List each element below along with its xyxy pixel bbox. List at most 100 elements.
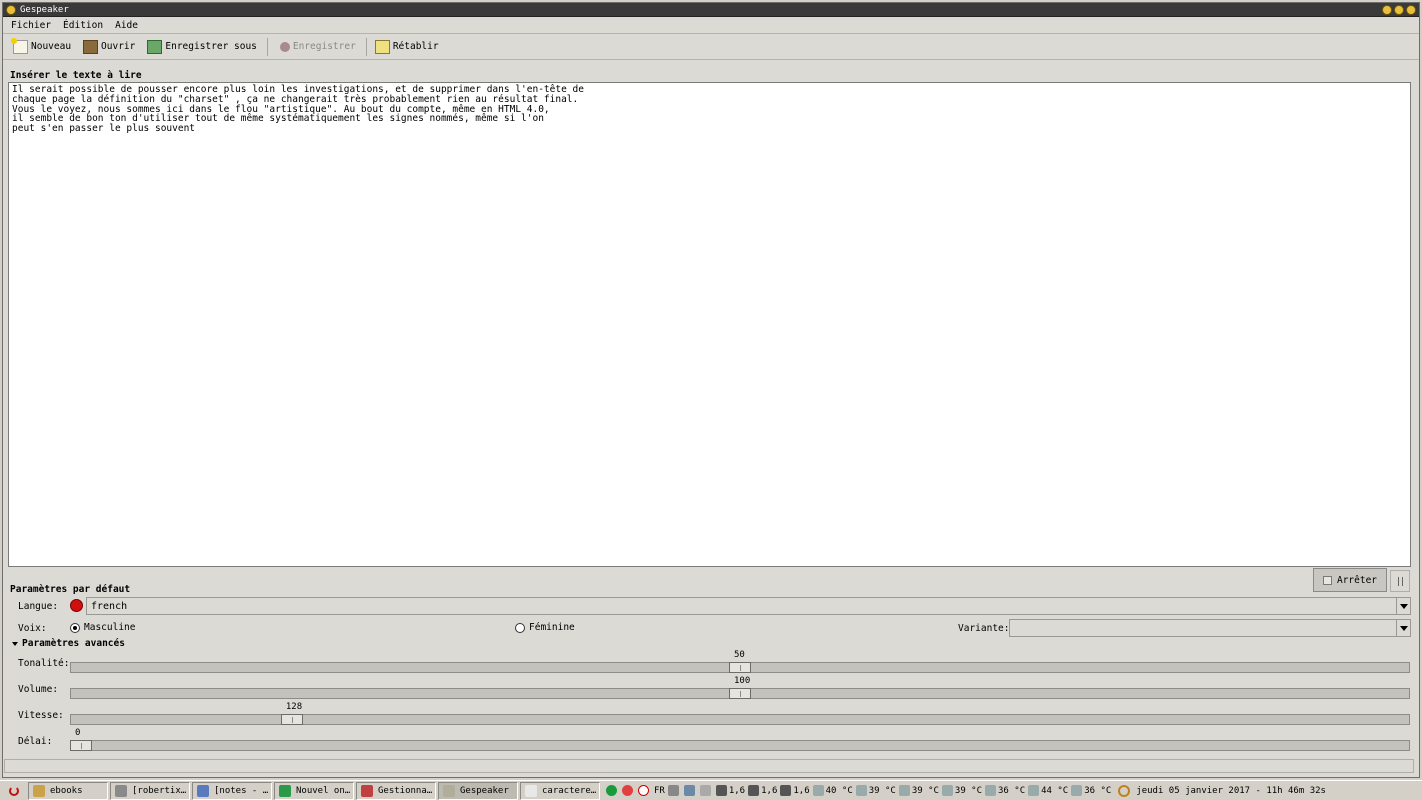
taskbar-task[interactable]: Gestionna…	[356, 781, 436, 800]
radio-unselected-icon	[515, 622, 525, 633]
window-title: Gespeaker	[20, 4, 69, 15]
open-label: Ouvrir	[101, 41, 136, 52]
speed-slider-handle[interactable]	[280, 714, 303, 725]
menu-aide[interactable]: Aide	[115, 20, 138, 31]
cpu-monitor[interactable]: 1,6	[748, 785, 777, 796]
temperature-value: 40 °C	[825, 785, 853, 796]
pause-icon	[1397, 576, 1403, 586]
temperature-sensor[interactable]: 39 °C	[855, 785, 896, 796]
tray-item[interactable]	[1118, 784, 1132, 797]
magnifier-icon	[1118, 784, 1131, 797]
start-button[interactable]	[0, 782, 28, 800]
new-button[interactable]: Nouveau	[11, 36, 73, 58]
tray-item[interactable]	[699, 785, 713, 796]
stop-toggle-icon	[1322, 575, 1332, 585]
taskbar-task[interactable]: ebooks	[28, 781, 108, 800]
save-as-button[interactable]: Enregistrer sous	[145, 36, 259, 58]
volume-slider-handle[interactable]	[729, 688, 751, 699]
voice-female-radio[interactable]: Féminine	[515, 622, 575, 633]
maximize-button[interactable]	[1394, 4, 1404, 15]
variant-combo[interactable]	[1009, 619, 1411, 637]
pause-button[interactable]	[1390, 570, 1410, 592]
printer-icon	[699, 785, 711, 796]
task-app-icon	[115, 784, 127, 797]
task-label: Gestionna…	[378, 785, 433, 796]
speed-value: 128	[285, 702, 303, 712]
radio-selected-icon	[70, 622, 80, 633]
expander-triangle-icon	[12, 641, 18, 646]
menu-edition[interactable]: Édition	[63, 20, 103, 31]
power-icon	[9, 785, 19, 796]
temperature-sensor[interactable]: 44 °C	[1028, 785, 1068, 796]
temperature-value: 39 °C	[954, 785, 983, 796]
revert-icon	[374, 39, 390, 54]
temperature-sensor[interactable]: 40 °C	[812, 785, 853, 796]
temperature-sensor[interactable]: 39 °C	[941, 785, 983, 796]
task-app-icon	[443, 784, 455, 797]
chrome-icon	[622, 785, 633, 796]
tray-item[interactable]	[622, 785, 635, 796]
text-input-area[interactable]: Il serait possible de pousser encore plu…	[8, 82, 1411, 567]
language-combo[interactable]: french	[86, 597, 1411, 615]
tray-item[interactable]	[638, 785, 651, 796]
task-app-icon	[279, 784, 291, 797]
delay-slider[interactable]	[70, 740, 1410, 751]
thermometer-icon	[1071, 785, 1083, 796]
title-bar[interactable]: Gespeaker	[3, 3, 1419, 17]
temperature-sensor[interactable]: 39 °C	[898, 785, 939, 796]
revert-button[interactable]: Rétablir	[373, 36, 441, 58]
close-button[interactable]	[1406, 4, 1416, 15]
delay-value: 0	[75, 728, 81, 738]
advanced-label: Paramètres avancés	[22, 638, 125, 649]
cpu-value: 1,6	[793, 785, 810, 796]
taskbar: ebooks [robertix… [notes - … Nouvel on… Gest…	[0, 780, 1422, 800]
speed-slider[interactable]	[70, 714, 1410, 725]
taskbar-task[interactable]: caractere…	[520, 781, 600, 800]
advanced-expander[interactable]: Paramètres avancés	[12, 638, 125, 649]
minimize-button[interactable]	[1382, 4, 1392, 15]
delay-slider-handle[interactable]	[70, 740, 92, 751]
save-as-icon	[147, 39, 163, 54]
volume-value: 100	[734, 676, 751, 686]
search-icon	[683, 785, 695, 796]
tray-item[interactable]	[683, 785, 697, 796]
language-label: Langue:	[18, 601, 59, 612]
cpu-monitor[interactable]: 1,6	[715, 785, 746, 796]
task-app-icon	[525, 784, 537, 797]
task-label: Nouvel on…	[296, 785, 351, 796]
voice-female-label: Féminine	[529, 622, 575, 633]
taskbar-task[interactable]: Nouvel on…	[274, 781, 354, 800]
cpu-monitor[interactable]: 1,6	[780, 785, 810, 796]
chevron-down-icon	[1396, 598, 1410, 614]
editor-label: Insérer le texte à lire	[10, 70, 142, 81]
stop-button[interactable]: Arrêter	[1313, 568, 1387, 592]
stop-label: Arrêter	[1336, 574, 1378, 586]
french-flag-icon	[70, 599, 83, 612]
voice-male-radio[interactable]: Masculine	[70, 622, 135, 633]
temperature-value: 39 °C	[911, 785, 939, 796]
variant-label: Variante:	[958, 623, 1010, 634]
tray-item[interactable]	[606, 785, 619, 796]
menu-fichier[interactable]: Fichier	[11, 20, 51, 31]
thermometer-icon	[1028, 785, 1040, 796]
save-button[interactable]: Enregistrer	[274, 36, 358, 58]
speed-label: Vitesse:	[18, 710, 64, 721]
save-as-label: Enregistrer sous	[165, 41, 257, 52]
task-label: caractere…	[542, 785, 597, 796]
task-app-icon	[33, 784, 45, 797]
pitch-value: 50	[734, 650, 745, 660]
tray-item[interactable]	[667, 785, 681, 796]
open-button[interactable]: Ouvrir	[81, 36, 137, 58]
pitch-slider-handle[interactable]	[729, 662, 751, 673]
cpu-value: 1,6	[728, 785, 746, 796]
temperature-sensor[interactable]: 36 °C	[985, 785, 1025, 796]
taskbar-task[interactable]: Gespeaker	[438, 781, 518, 800]
clock[interactable]: jeudi 05 janvier 2017 - 11h 46m 32s	[1136, 786, 1326, 796]
language-value: french	[91, 600, 128, 612]
keyboard-layout[interactable]: FR	[654, 786, 665, 796]
temperature-sensor[interactable]: 36 °C	[1071, 785, 1111, 796]
delay-label: Délai:	[18, 736, 53, 747]
taskbar-task[interactable]: [notes - …	[192, 781, 272, 800]
taskbar-task[interactable]: [robertix…	[110, 781, 190, 800]
cpu-icon	[780, 785, 792, 796]
